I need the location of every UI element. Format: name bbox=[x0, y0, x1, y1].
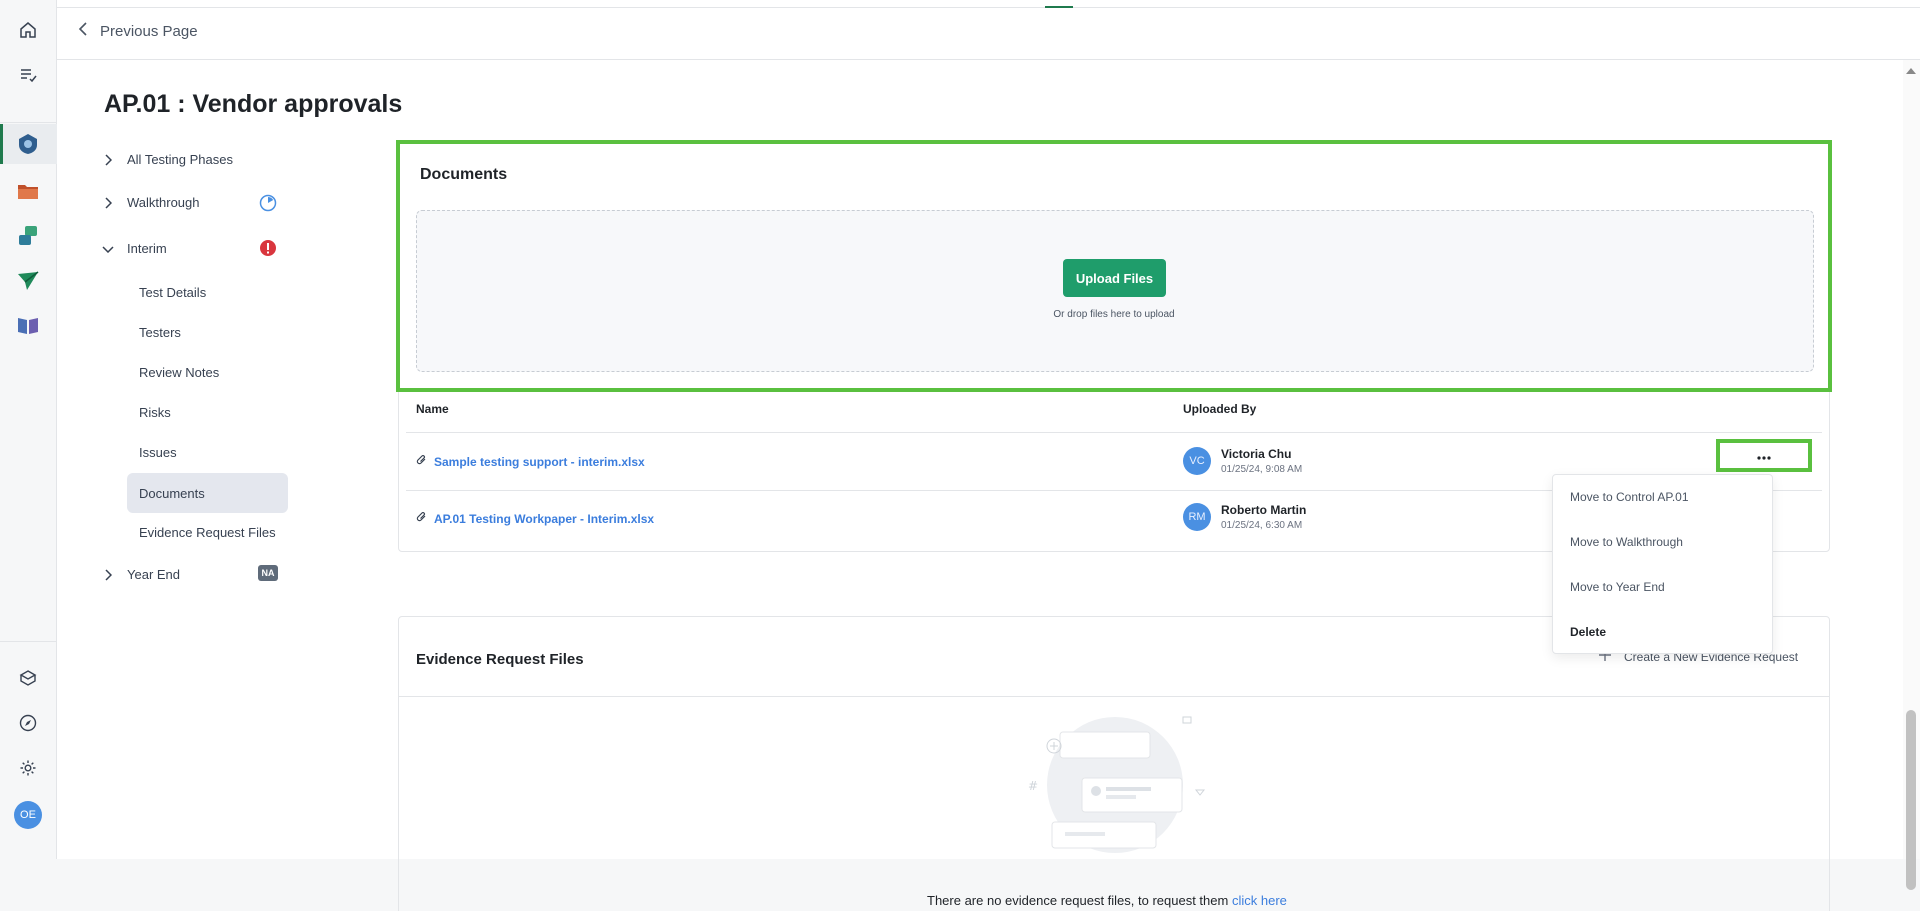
rail-divider bbox=[0, 122, 57, 123]
sidebar-item-label: Risks bbox=[139, 404, 171, 420]
previous-page-link[interactable]: Previous Page bbox=[78, 22, 198, 40]
na-badge: NA bbox=[258, 565, 278, 581]
sidebar-item-evidence-request-files[interactable]: Evidence Request Files bbox=[127, 512, 288, 552]
upload-files-button[interactable]: Upload Files bbox=[1063, 259, 1166, 297]
column-header-name: Name bbox=[416, 402, 449, 416]
menu-item-move-to-control[interactable]: Move to Control AP.01 bbox=[1570, 490, 1689, 504]
active-tab-indicator bbox=[1045, 6, 1073, 8]
sidebar-item-label: Testers bbox=[139, 324, 181, 340]
sidebar-item-issues[interactable]: Issues bbox=[127, 432, 288, 472]
scroll-up-arrow-icon[interactable] bbox=[1906, 68, 1916, 74]
file-name: AP.01 Testing Workpaper - Interim.xlsx bbox=[434, 511, 655, 526]
upload-date: 01/25/24, 9:08 AM bbox=[1221, 464, 1303, 475]
uploader: VC Victoria Chu 01/25/24, 9:08 AM bbox=[1183, 447, 1302, 475]
compass-icon[interactable] bbox=[14, 709, 42, 737]
row-divider bbox=[406, 432, 1822, 433]
menu-item-move-to-walkthrough[interactable]: Move to Walkthrough bbox=[1570, 535, 1683, 549]
documents-title: Documents bbox=[420, 166, 508, 183]
sidebar-item-label: Review Notes bbox=[139, 364, 220, 380]
tree-item-label: All Testing Phases bbox=[127, 152, 233, 167]
tree-item-label: Walkthrough bbox=[127, 195, 200, 210]
sidebar-item-risks[interactable]: Risks bbox=[127, 392, 288, 432]
chevron-down-icon bbox=[100, 245, 116, 253]
rail-active-indicator bbox=[0, 124, 3, 164]
home-icon[interactable] bbox=[14, 16, 42, 44]
sidebar-item-label: Test Details bbox=[139, 284, 207, 300]
error-status-icon bbox=[259, 239, 277, 262]
tree-item-label: Year End bbox=[127, 567, 181, 582]
rail-divider-bottom bbox=[0, 641, 57, 642]
left-rail: OE bbox=[0, 0, 57, 911]
file-link[interactable]: Sample testing support - interim.xlsx bbox=[416, 454, 645, 469]
uploader-name: Victoria Chu bbox=[1221, 447, 1292, 461]
cube-icon[interactable] bbox=[14, 664, 42, 692]
chevron-left-icon bbox=[78, 22, 88, 40]
uploader-name: Roberto Martin bbox=[1221, 503, 1307, 517]
column-header-uploaded-by: Uploaded By bbox=[1183, 402, 1257, 416]
evidence-empty-text: There are no evidence request files, to … bbox=[927, 893, 1229, 908]
evidence-request-title: Evidence Request Files bbox=[416, 651, 584, 668]
chevron-right-icon bbox=[100, 153, 116, 166]
menu-item-delete[interactable]: Delete bbox=[1570, 625, 1606, 639]
svg-text:#: # bbox=[1028, 779, 1038, 793]
sidebar-item-label: Issues bbox=[139, 444, 177, 460]
sidebar-item-label: Documents bbox=[139, 485, 205, 501]
file-context-menu: Move to Control AP.01 Move to Walkthroug… bbox=[1552, 474, 1773, 654]
evidence-header-divider bbox=[399, 696, 1829, 697]
sidebar-item-review-notes[interactable]: Review Notes bbox=[127, 352, 288, 392]
user-avatar[interactable]: OE bbox=[14, 801, 42, 829]
paperclip-icon bbox=[416, 511, 428, 526]
folder-app-icon[interactable] bbox=[14, 177, 42, 205]
file-name: Sample testing support - interim.xlsx bbox=[434, 454, 645, 469]
tree-item-year-end[interactable]: Year End bbox=[100, 567, 180, 582]
file-link[interactable]: AP.01 Testing Workpaper - Interim.xlsx bbox=[416, 511, 654, 526]
sidebar-item-test-details[interactable]: Test Details bbox=[127, 272, 288, 312]
send-app-icon[interactable] bbox=[14, 267, 42, 295]
workflow-app-icon[interactable] bbox=[14, 222, 42, 250]
chevron-right-icon bbox=[100, 196, 116, 209]
avatar: RM bbox=[1183, 503, 1211, 531]
drop-hint: Or drop files here to upload bbox=[1053, 309, 1175, 320]
top-bar bbox=[57, 0, 1920, 60]
tree-item-all-testing-phases[interactable]: All Testing Phases bbox=[100, 152, 233, 167]
upload-date: 01/25/24, 6:30 AM bbox=[1221, 520, 1303, 531]
sidebar-item-label: Evidence Request Files bbox=[139, 524, 276, 540]
paperclip-icon bbox=[416, 454, 428, 469]
sidebar-item-testers[interactable]: Testers bbox=[127, 312, 288, 352]
tree-item-label: Interim bbox=[127, 241, 167, 256]
tree-item-walkthrough[interactable]: Walkthrough bbox=[100, 195, 200, 210]
request-evidence-link[interactable]: click here bbox=[1232, 893, 1287, 908]
controls-app-icon[interactable] bbox=[14, 130, 42, 158]
sidebar-item-documents[interactable]: Documents bbox=[127, 473, 288, 513]
empty-state-illustration: # bbox=[1020, 710, 1220, 875]
tree-item-interim[interactable]: Interim bbox=[100, 241, 167, 256]
checklist-icon[interactable] bbox=[14, 61, 42, 89]
avatar: VC bbox=[1183, 447, 1211, 475]
more-options-button[interactable] bbox=[1716, 439, 1812, 472]
uploader: RM Roberto Martin 01/25/24, 6:30 AM bbox=[1183, 503, 1306, 531]
scrollbar-thumb[interactable] bbox=[1906, 710, 1916, 890]
chevron-right-icon bbox=[100, 568, 116, 581]
in-progress-status-icon bbox=[259, 194, 277, 217]
menu-item-move-to-year-end[interactable]: Move to Year End bbox=[1570, 580, 1665, 594]
page-title: AP.01 : Vendor approvals bbox=[104, 90, 403, 118]
gear-icon[interactable] bbox=[14, 754, 42, 782]
top-tab-strip bbox=[57, 0, 1920, 8]
more-icon bbox=[1757, 447, 1771, 465]
library-app-icon[interactable] bbox=[14, 311, 42, 339]
evidence-empty-message: There are no evidence request files, to … bbox=[927, 893, 1287, 908]
previous-page-label: Previous Page bbox=[100, 22, 198, 40]
